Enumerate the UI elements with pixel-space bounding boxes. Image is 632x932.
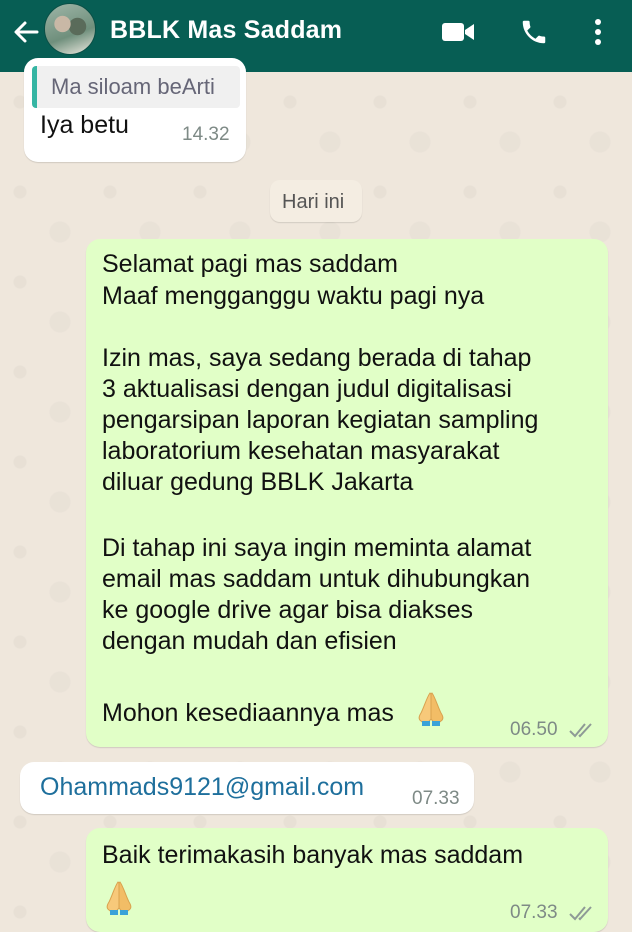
folded-hands-emoji [416,691,446,732]
message-text: Iya betu [40,111,129,139]
message-line: 3 aktualisasi dengan judul digitalisasi [102,375,512,403]
message-time: 07.33 [510,902,558,923]
contact-name[interactable]: BBLK Mas Saddam [110,16,342,45]
outgoing-message[interactable]: Baik terimakasih banyak mas saddam 07.33 [86,828,608,932]
folded-hands-emoji [104,880,134,921]
message-line: laboratorium kesehatan masyarakat [102,437,500,465]
video-call-icon[interactable] [440,14,476,50]
email-link[interactable]: Ohammads9121@gmail.com [40,772,364,803]
message-line: Di tahap ini saya ingin meminta alamat [102,534,532,562]
quoted-text: Ma siloam beArti [51,74,215,99]
message-line: dengan mudah dan efisien [102,627,397,655]
message-line: Mohon kesediaannya mas [102,699,394,727]
message-line: ke google drive agar bisa diakses [102,596,474,624]
message-line: Selamat pagi mas saddam [102,250,398,278]
outgoing-message[interactable]: Selamat pagi mas saddam Maaf mengganggu … [86,239,608,747]
message-line: Izin mas, saya sedang berada di tahap [102,344,532,372]
double-check-icon [568,904,596,927]
avatar[interactable] [44,3,96,55]
message-text: Baik terimakasih banyak mas saddam [102,841,524,869]
date-divider: Hari ini [270,180,362,222]
double-check-icon [568,721,596,744]
incoming-message[interactable]: Ma siloam beArti Iya betu 14.32 [24,58,246,162]
message-time: 14.32 [182,124,230,145]
more-options-icon[interactable] [580,14,616,50]
message-line: Maaf mengganggu waktu pagi nya [102,282,485,310]
date-divider-label: Hari ini [282,191,345,213]
message-time: 06.50 [510,719,558,740]
message-line: email mas saddam untuk dihubungkan [102,565,531,593]
phone-icon[interactable] [516,14,552,50]
message-line: diluar gedung BBLK Jakarta [102,468,414,496]
quoted-message[interactable]: Ma siloam beArti [32,66,240,108]
chat-area[interactable]: Ma siloam beArti Iya betu 14.32 Hari ini… [0,58,632,932]
message-line: pengarsipan laporan kegiatan sampling [102,406,539,434]
incoming-message[interactable]: Ohammads9121@gmail.com 07.33 [20,762,474,814]
back-arrow-icon[interactable] [8,14,44,50]
message-time: 07.33 [412,788,460,809]
